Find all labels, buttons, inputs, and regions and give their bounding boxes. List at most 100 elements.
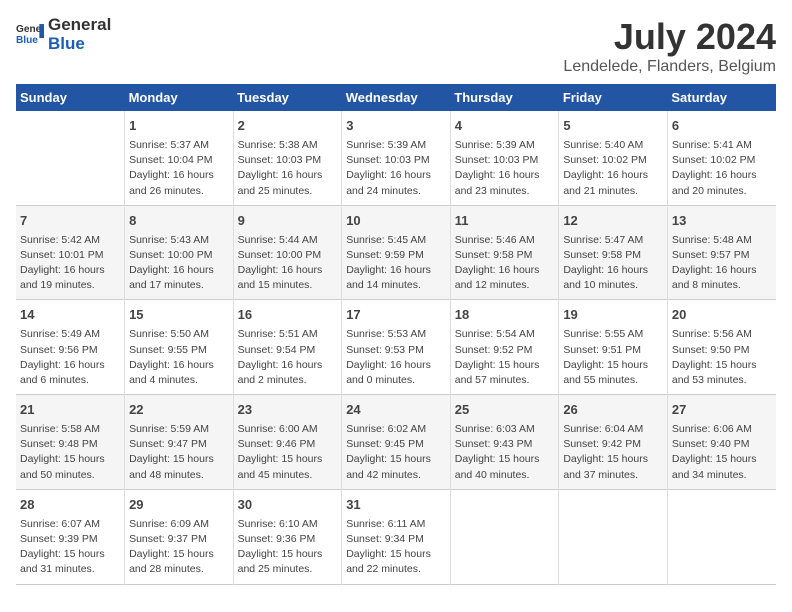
cell-line: Sunset: 9:37 PM: [129, 532, 229, 547]
cell-line: Sunrise: 5:42 AM: [20, 233, 120, 248]
cell-line: Daylight: 16 hours: [455, 263, 555, 278]
calendar-cell: 27Sunrise: 6:06 AMSunset: 9:40 PMDayligh…: [667, 395, 776, 490]
cell-line: Sunset: 9:36 PM: [238, 532, 338, 547]
cell-line: Sunrise: 5:46 AM: [455, 233, 555, 248]
cell-line: and 57 minutes.: [455, 373, 555, 388]
calendar-header-saturday: Saturday: [667, 84, 776, 111]
cell-line: and 48 minutes.: [129, 468, 229, 483]
day-number: 11: [455, 212, 555, 231]
cell-line: Daylight: 15 hours: [20, 452, 120, 467]
calendar-cell: 25Sunrise: 6:03 AMSunset: 9:43 PMDayligh…: [450, 395, 559, 490]
day-number: 21: [20, 401, 120, 420]
calendar-cell: 24Sunrise: 6:02 AMSunset: 9:45 PMDayligh…: [342, 395, 451, 490]
cell-line: and 25 minutes.: [238, 562, 338, 577]
cell-line: Daylight: 15 hours: [455, 452, 555, 467]
calendar-header-sunday: Sunday: [16, 84, 125, 111]
cell-line: Sunset: 9:56 PM: [20, 343, 120, 358]
cell-line: and 10 minutes.: [563, 278, 663, 293]
cell-line: Daylight: 16 hours: [238, 263, 338, 278]
cell-line: Sunrise: 5:58 AM: [20, 422, 120, 437]
cell-line: Daylight: 16 hours: [346, 168, 446, 183]
day-number: 10: [346, 212, 446, 231]
cell-line: Sunset: 10:00 PM: [238, 248, 338, 263]
calendar-cell: 13Sunrise: 5:48 AMSunset: 9:57 PMDayligh…: [667, 205, 776, 300]
cell-line: Sunrise: 5:38 AM: [238, 138, 338, 153]
cell-line: Sunset: 9:52 PM: [455, 343, 555, 358]
cell-line: Sunrise: 6:09 AM: [129, 517, 229, 532]
cell-line: Sunset: 9:42 PM: [563, 437, 663, 452]
cell-line: and 31 minutes.: [20, 562, 120, 577]
cell-line: and 15 minutes.: [238, 278, 338, 293]
cell-line: Sunset: 9:57 PM: [672, 248, 772, 263]
cell-line: Sunrise: 6:00 AM: [238, 422, 338, 437]
day-number: 29: [129, 496, 229, 515]
cell-line: Daylight: 16 hours: [672, 168, 772, 183]
day-number: 22: [129, 401, 229, 420]
cell-line: Daylight: 16 hours: [455, 168, 555, 183]
logo: General Blue General Blue: [16, 16, 111, 53]
calendar-cell: 30Sunrise: 6:10 AMSunset: 9:36 PMDayligh…: [233, 489, 342, 584]
cell-line: Sunrise: 6:06 AM: [672, 422, 772, 437]
day-number: 7: [20, 212, 120, 231]
calendar-cell: [450, 489, 559, 584]
calendar-cell: [559, 489, 668, 584]
cell-line: Sunset: 9:58 PM: [563, 248, 663, 263]
calendar-cell: 16Sunrise: 5:51 AMSunset: 9:54 PMDayligh…: [233, 300, 342, 395]
calendar-cell: 18Sunrise: 5:54 AMSunset: 9:52 PMDayligh…: [450, 300, 559, 395]
logo-general-text: General: [48, 16, 111, 35]
calendar-cell: 19Sunrise: 5:55 AMSunset: 9:51 PMDayligh…: [559, 300, 668, 395]
calendar-cell: 15Sunrise: 5:50 AMSunset: 9:55 PMDayligh…: [125, 300, 234, 395]
cell-line: Sunrise: 5:56 AM: [672, 327, 772, 342]
day-number: 19: [563, 306, 663, 325]
day-number: 15: [129, 306, 229, 325]
day-number: 20: [672, 306, 772, 325]
calendar-header-tuesday: Tuesday: [233, 84, 342, 111]
calendar-week-row: 7Sunrise: 5:42 AMSunset: 10:01 PMDayligh…: [16, 205, 776, 300]
cell-line: and 53 minutes.: [672, 373, 772, 388]
cell-line: Sunset: 9:51 PM: [563, 343, 663, 358]
day-number: 23: [238, 401, 338, 420]
cell-line: Sunset: 10:02 PM: [563, 153, 663, 168]
cell-line: and 24 minutes.: [346, 184, 446, 199]
cell-line: Sunrise: 5:37 AM: [129, 138, 229, 153]
cell-line: Sunset: 9:53 PM: [346, 343, 446, 358]
cell-line: and 23 minutes.: [455, 184, 555, 199]
cell-line: Sunrise: 5:50 AM: [129, 327, 229, 342]
cell-line: and 28 minutes.: [129, 562, 229, 577]
calendar-cell: 6Sunrise: 5:41 AMSunset: 10:02 PMDayligh…: [667, 111, 776, 205]
cell-line: Daylight: 15 hours: [672, 358, 772, 373]
page-subtitle: Lendelede, Flanders, Belgium: [563, 58, 776, 76]
calendar-header-wednesday: Wednesday: [342, 84, 451, 111]
cell-line: Sunrise: 5:48 AM: [672, 233, 772, 248]
cell-line: and 21 minutes.: [563, 184, 663, 199]
cell-line: Sunrise: 6:11 AM: [346, 517, 446, 532]
day-number: 13: [672, 212, 772, 231]
cell-line: Sunrise: 6:10 AM: [238, 517, 338, 532]
cell-line: and 12 minutes.: [455, 278, 555, 293]
calendar-cell: 1Sunrise: 5:37 AMSunset: 10:04 PMDayligh…: [125, 111, 234, 205]
calendar-cell: [667, 489, 776, 584]
cell-line: Sunset: 10:03 PM: [238, 153, 338, 168]
cell-line: Sunrise: 5:47 AM: [563, 233, 663, 248]
cell-line: Sunrise: 5:51 AM: [238, 327, 338, 342]
cell-line: and 50 minutes.: [20, 468, 120, 483]
day-number: 6: [672, 117, 772, 136]
calendar-cell: 9Sunrise: 5:44 AMSunset: 10:00 PMDayligh…: [233, 205, 342, 300]
calendar-cell: 23Sunrise: 6:00 AMSunset: 9:46 PMDayligh…: [233, 395, 342, 490]
calendar-cell: 4Sunrise: 5:39 AMSunset: 10:03 PMDayligh…: [450, 111, 559, 205]
cell-line: and 20 minutes.: [672, 184, 772, 199]
cell-line: and 2 minutes.: [238, 373, 338, 388]
logo-blue-text: Blue: [48, 35, 111, 54]
calendar-cell: 26Sunrise: 6:04 AMSunset: 9:42 PMDayligh…: [559, 395, 668, 490]
page-title: July 2024: [563, 16, 776, 58]
day-number: 25: [455, 401, 555, 420]
cell-line: Sunrise: 5:39 AM: [346, 138, 446, 153]
day-number: 28: [20, 496, 120, 515]
cell-line: Sunset: 9:40 PM: [672, 437, 772, 452]
calendar-week-row: 14Sunrise: 5:49 AMSunset: 9:56 PMDayligh…: [16, 300, 776, 395]
calendar-cell: 29Sunrise: 6:09 AMSunset: 9:37 PMDayligh…: [125, 489, 234, 584]
title-block: July 2024 Lendelede, Flanders, Belgium: [563, 16, 776, 76]
cell-line: Daylight: 16 hours: [20, 263, 120, 278]
cell-line: Daylight: 15 hours: [563, 452, 663, 467]
cell-line: Daylight: 15 hours: [672, 452, 772, 467]
